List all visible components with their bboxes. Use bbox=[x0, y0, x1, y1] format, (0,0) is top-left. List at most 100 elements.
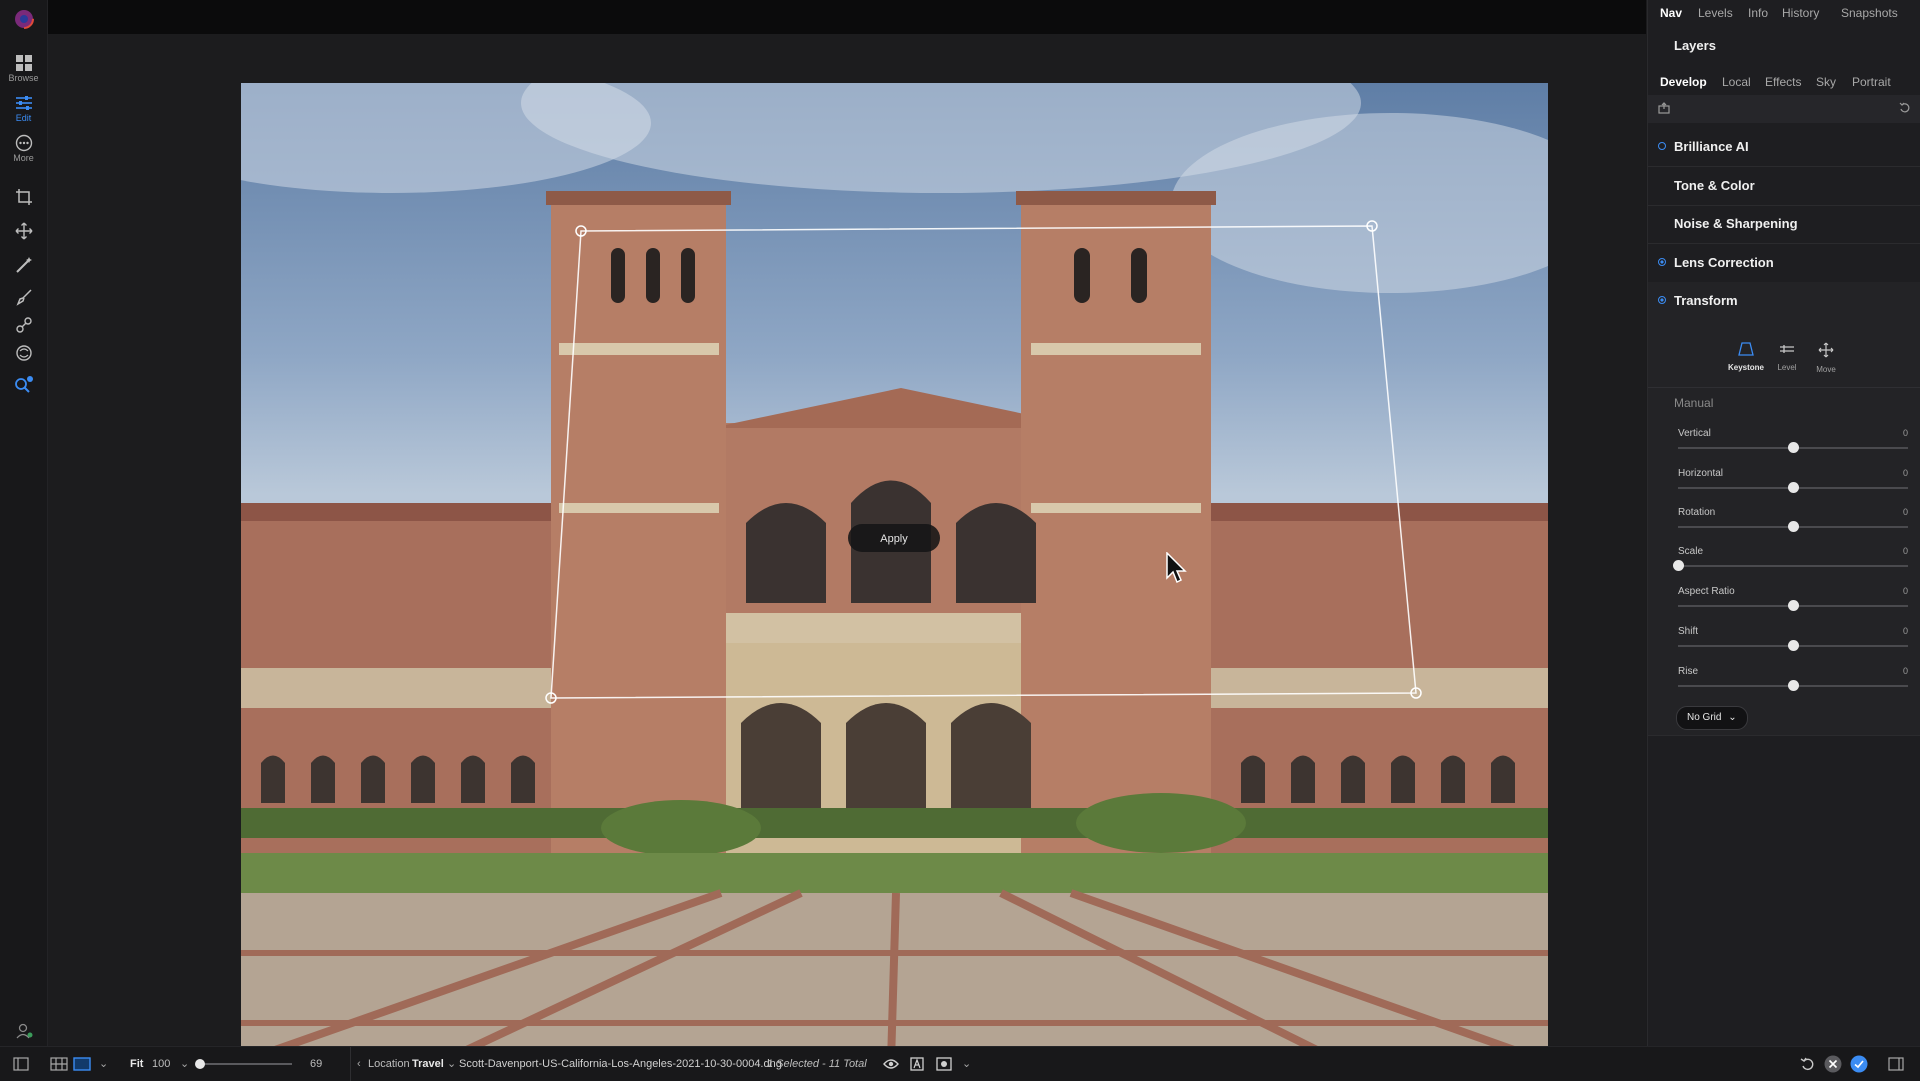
move-arrows-icon bbox=[15, 222, 32, 240]
slider-shift-thumb[interactable] bbox=[1788, 640, 1799, 651]
location-value[interactable]: Travel bbox=[412, 1047, 444, 1081]
mode-move[interactable]: Move bbox=[1806, 342, 1846, 374]
grid-icon bbox=[15, 55, 32, 71]
crop-tool[interactable] bbox=[0, 188, 47, 206]
chevron-down-icon: ⌄ bbox=[447, 1058, 457, 1070]
cancel-button[interactable] bbox=[1824, 1047, 1842, 1081]
tab-sky[interactable]: Sky bbox=[1816, 75, 1836, 89]
app-logo[interactable] bbox=[0, 8, 47, 30]
mode-keystone[interactable]: Keystone bbox=[1726, 342, 1766, 372]
slider-scale-value[interactable]: 0 bbox=[1903, 546, 1908, 556]
building-photo-illustration bbox=[241, 83, 1548, 1062]
fit-button[interactable]: Fit bbox=[130, 1047, 143, 1081]
transform-panel: Keystone Level Move Manual Vertical 0 Ho… bbox=[1648, 320, 1920, 736]
browse-button[interactable]: Browse bbox=[0, 54, 47, 83]
toggle-right-panel-button[interactable] bbox=[1888, 1047, 1904, 1081]
tab-local[interactable]: Local bbox=[1722, 75, 1751, 89]
slider-horizontal-value[interactable]: 0 bbox=[1903, 468, 1908, 478]
brush-icon bbox=[15, 289, 32, 306]
preview-toggle[interactable] bbox=[883, 1047, 899, 1081]
slider-horizontal-thumb[interactable] bbox=[1788, 482, 1799, 493]
back-chevron[interactable]: ‹ bbox=[357, 1047, 361, 1081]
more-button[interactable]: More bbox=[0, 134, 47, 163]
apply-button[interactable]: Apply bbox=[848, 524, 940, 552]
transform-enabled-icon[interactable] bbox=[1658, 296, 1666, 304]
zoom-value[interactable]: 100 bbox=[152, 1047, 170, 1081]
mode-level[interactable]: Level bbox=[1767, 342, 1807, 372]
tab-effects[interactable]: Effects bbox=[1765, 75, 1801, 89]
tab-info[interactable]: Info bbox=[1748, 6, 1768, 20]
slider-vertical-value[interactable]: 0 bbox=[1903, 428, 1908, 438]
slider-rise-value[interactable]: 0 bbox=[1903, 666, 1908, 676]
location-label: Location bbox=[368, 1058, 410, 1070]
location-dropdown[interactable]: ⌄ bbox=[447, 1047, 456, 1081]
selection-status: 1 Selected - 11 Total bbox=[767, 1058, 867, 1070]
view-dropdown[interactable]: ⌄ bbox=[99, 1047, 108, 1081]
chevron-down-icon: ⌄ bbox=[99, 1058, 109, 1070]
edit-label: Edit bbox=[15, 113, 32, 123]
clone-tool[interactable] bbox=[0, 316, 47, 334]
overlay-dropdown[interactable]: ⌄ bbox=[962, 1047, 971, 1081]
mode-level-label: Level bbox=[1777, 363, 1797, 372]
slider-rotation-thumb[interactable] bbox=[1788, 521, 1799, 532]
tab-develop[interactable]: Develop bbox=[1660, 75, 1707, 89]
compare-button[interactable] bbox=[910, 1047, 924, 1081]
keystone-icon bbox=[1738, 342, 1754, 356]
tab-levels[interactable]: Levels bbox=[1698, 6, 1733, 20]
search-icon bbox=[14, 376, 33, 393]
reset-icon[interactable] bbox=[1899, 102, 1911, 114]
grid-select[interactable]: No Grid ⌄ bbox=[1676, 706, 1748, 730]
brilliance-enabled-icon[interactable] bbox=[1658, 142, 1666, 150]
zoom-dropdown[interactable]: ⌄ bbox=[180, 1047, 189, 1081]
slider-scale-track[interactable] bbox=[1678, 565, 1908, 567]
slider-vertical-thumb[interactable] bbox=[1788, 442, 1799, 453]
search-tool[interactable] bbox=[0, 376, 47, 394]
slider-shift-label: Shift bbox=[1678, 626, 1699, 637]
thumbnail-size-slider[interactable] bbox=[195, 1047, 292, 1081]
slider-shift-value[interactable]: 0 bbox=[1903, 626, 1908, 636]
thumbnail-slider-thumb[interactable] bbox=[195, 1059, 205, 1069]
slider-aspect-ratio-thumb[interactable] bbox=[1788, 600, 1799, 611]
slider-rotation-label: Rotation bbox=[1678, 507, 1716, 518]
slider-rise-thumb[interactable] bbox=[1788, 680, 1799, 691]
thumbnail-size-value: 69 bbox=[310, 1058, 323, 1070]
layers-label[interactable]: Layers bbox=[1674, 38, 1716, 53]
section-transform-label: Transform bbox=[1674, 293, 1738, 308]
image-canvas[interactable]: Apply bbox=[48, 34, 1646, 1062]
close-icon bbox=[1824, 1055, 1842, 1073]
brush-tool[interactable] bbox=[0, 288, 47, 306]
section-lens-correction-label: Lens Correction bbox=[1674, 255, 1774, 270]
slider-scale-label: Scale bbox=[1678, 546, 1704, 557]
toggle-left-panel-button[interactable] bbox=[13, 1047, 29, 1081]
grid-view-button[interactable] bbox=[50, 1047, 68, 1081]
export-icon[interactable] bbox=[1658, 102, 1670, 114]
lens-enabled-icon[interactable] bbox=[1658, 258, 1666, 266]
section-lens-correction[interactable]: Lens Correction bbox=[1648, 244, 1920, 283]
undo-button[interactable] bbox=[1800, 1047, 1814, 1081]
done-button[interactable] bbox=[1850, 1047, 1868, 1081]
section-noise-sharpening[interactable]: Noise & Sharpening bbox=[1648, 205, 1920, 244]
section-tone-color[interactable]: Tone & Color bbox=[1648, 167, 1920, 206]
slider-rotation-value[interactable]: 0 bbox=[1903, 507, 1908, 517]
edit-button[interactable]: Edit bbox=[0, 94, 47, 123]
section-brilliance-ai[interactable]: Brilliance AI bbox=[1648, 128, 1920, 167]
move-tool[interactable] bbox=[0, 222, 47, 240]
left-toolbar: Browse Edit More bbox=[0, 0, 48, 1080]
slider-aspect-ratio-value[interactable]: 0 bbox=[1903, 586, 1908, 596]
slider-aspect-ratio-label: Aspect Ratio bbox=[1678, 586, 1735, 597]
face-tool[interactable] bbox=[0, 344, 47, 362]
section-transform[interactable]: Transform bbox=[1648, 282, 1920, 320]
clone-stamp-icon bbox=[15, 317, 32, 333]
magic-wand-tool[interactable] bbox=[0, 256, 47, 274]
right-panel: Nav Levels Info History Snapshots Layers… bbox=[1647, 0, 1920, 1046]
account-button[interactable] bbox=[0, 1022, 47, 1040]
tab-snapshots[interactable]: Snapshots bbox=[1841, 6, 1898, 20]
thumbnail-slider-track[interactable] bbox=[200, 1063, 292, 1065]
tab-nav[interactable]: Nav bbox=[1660, 6, 1682, 20]
tab-portrait[interactable]: Portrait bbox=[1852, 75, 1891, 89]
slider-scale-thumb[interactable] bbox=[1673, 560, 1684, 571]
single-view-button[interactable] bbox=[73, 1047, 91, 1081]
mask-overlay-button[interactable] bbox=[936, 1047, 952, 1081]
tab-history[interactable]: History bbox=[1782, 6, 1819, 20]
photo[interactable] bbox=[241, 83, 1548, 1062]
